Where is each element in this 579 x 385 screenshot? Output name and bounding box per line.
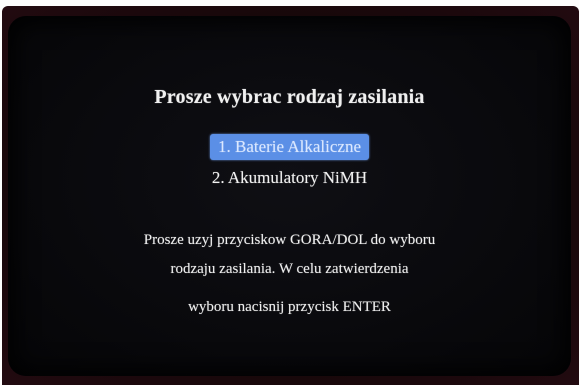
device-photo: Prosze wybrac rodzaj zasilania 1. Bateri… bbox=[0, 0, 579, 385]
power-source-menu: 1. Baterie Alkaliczne 2. Akumulatory NiM… bbox=[0, 134, 579, 196]
instruction-line-1: Prosze uzyj przyciskow GORA/DOL do wybor… bbox=[143, 232, 436, 248]
menu-item-nimh-accumulators[interactable]: 2. Akumulatory NiMH bbox=[204, 165, 375, 191]
instruction-line-3: wyboru nacisnij przycisk ENTER bbox=[188, 299, 391, 315]
menu-item-alkaline-batteries[interactable]: 1. Baterie Alkaliczne bbox=[209, 134, 370, 160]
instruction-line-2: rodzaju zasilania. W celu zatwierdzenia bbox=[170, 261, 409, 277]
instructions-text: Prosze uzyj przyciskow GORA/DOL do wybor… bbox=[0, 226, 579, 322]
screen-content: Prosze wybrac rodzaj zasilania 1. Bateri… bbox=[0, 0, 579, 385]
page-title: Prosze wybrac rodzaj zasilania bbox=[154, 86, 425, 108]
